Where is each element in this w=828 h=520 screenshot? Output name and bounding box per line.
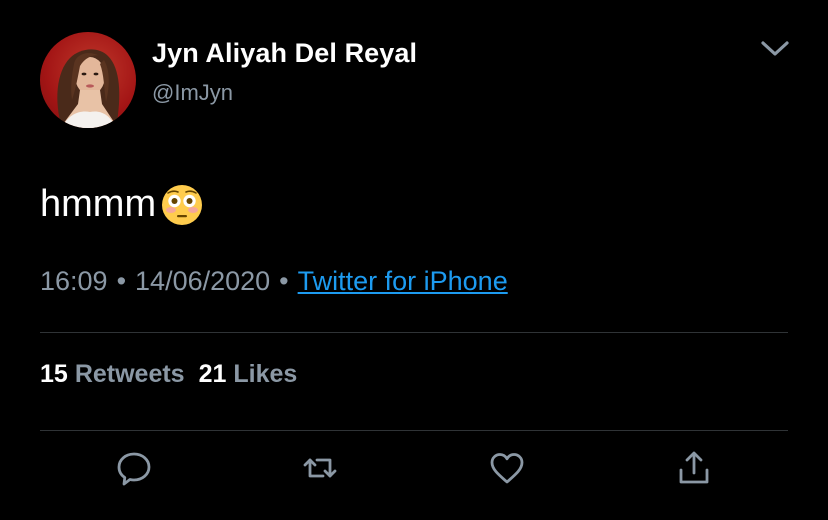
likes-stat[interactable]: 21 Likes bbox=[199, 360, 298, 388]
tweet-text-body: hmmm bbox=[40, 182, 157, 225]
user-handle[interactable]: @ImJyn bbox=[152, 80, 233, 106]
tweet-actions bbox=[0, 448, 828, 498]
tweet-source-link[interactable]: Twitter for iPhone bbox=[298, 266, 508, 296]
meta-separator: • bbox=[116, 266, 127, 296]
share-icon[interactable] bbox=[674, 448, 714, 488]
meta-separator: • bbox=[279, 266, 289, 296]
retweets-stat[interactable]: 15 Retweets bbox=[40, 360, 185, 388]
tweet-detail: Jyn Aliyah Del Reyal @ImJyn hmmm 16:09 • 1… bbox=[0, 0, 828, 520]
profile-photo-icon bbox=[57, 49, 120, 128]
retweets-label: Retweets bbox=[74, 360, 185, 388]
likes-count: 21 bbox=[198, 360, 227, 388]
retweets-count: 15 bbox=[40, 360, 68, 388]
tweet-stats: 15 Retweets 21 Likes bbox=[40, 360, 297, 389]
tweet-text: hmmm bbox=[40, 182, 204, 226]
tweet-time: 16:09 bbox=[40, 266, 108, 296]
retweet-icon[interactable] bbox=[300, 448, 340, 488]
chevron-down-icon[interactable] bbox=[758, 36, 792, 60]
reply-icon[interactable] bbox=[114, 448, 154, 488]
tweet-date: 14/06/2020 bbox=[135, 266, 271, 296]
display-name[interactable]: Jyn Aliyah Del Reyal bbox=[152, 38, 417, 69]
like-icon[interactable] bbox=[487, 448, 527, 488]
divider bbox=[40, 430, 788, 431]
avatar[interactable] bbox=[40, 32, 136, 128]
flushed-face-icon bbox=[160, 183, 204, 227]
tweet-meta: 16:09 • 14/06/2020 • Twitter for iPhone bbox=[40, 266, 508, 297]
likes-label: Likes bbox=[233, 360, 298, 388]
divider bbox=[40, 332, 788, 333]
